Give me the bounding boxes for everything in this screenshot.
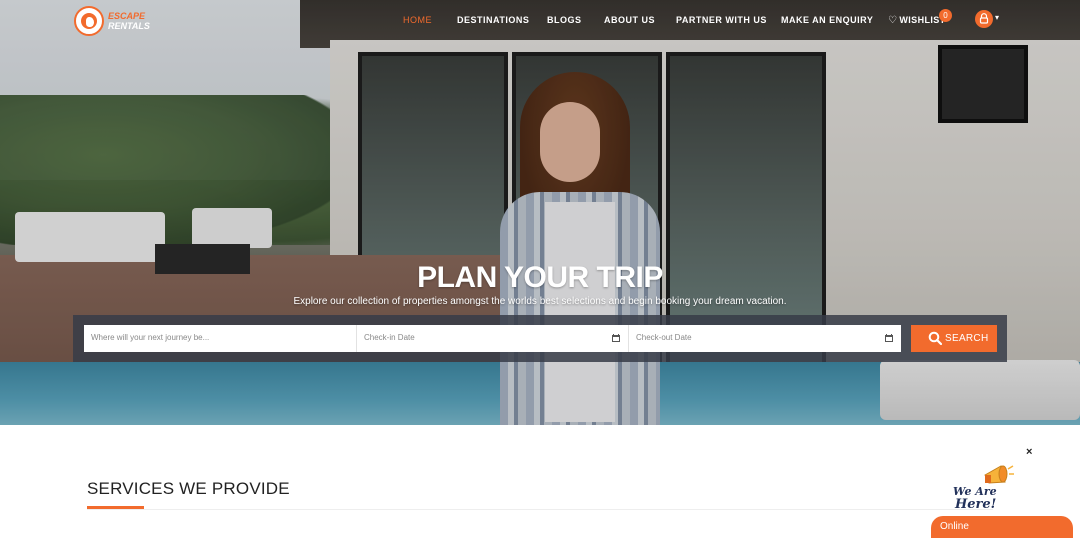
calendar-icon[interactable]	[612, 334, 620, 342]
chat-online-tab[interactable]: Online	[931, 516, 1073, 538]
hero-title: PLAN YOUR TRIP	[417, 261, 663, 294]
chevron-down-icon[interactable]: ▾	[995, 13, 999, 22]
nav-blogs[interactable]: BLOGS	[547, 15, 582, 25]
chat-promo[interactable]: We Are Here!	[951, 463, 1031, 521]
nav-make-an-enquiry[interactable]: MAKE AN ENQUIRY	[781, 15, 873, 25]
search-icon	[928, 331, 942, 345]
site-logo[interactable]: ESCAPE RENTALS	[74, 6, 150, 36]
globe-icon	[74, 6, 104, 36]
logo-text: ESCAPE RENTALS	[108, 11, 150, 31]
section-divider	[87, 509, 993, 510]
user-account-button[interactable]	[975, 10, 993, 28]
destination-input[interactable]: Where will your next journey be...	[84, 325, 356, 352]
user-lock-icon	[979, 13, 989, 24]
chat-promo-line2: Here!	[955, 497, 997, 512]
checkout-placeholder: Check-out Date	[636, 333, 692, 342]
services-title: SERVICES WE PROVIDE	[87, 479, 290, 498]
chat-close-icon[interactable]: ×	[1026, 446, 1032, 458]
nav-wishlist[interactable]: ♡ WISHLIST	[888, 15, 946, 26]
wishlist-count-badge: 0	[939, 9, 952, 22]
top-nav: ESCAPE RENTALS HOME DESTINATIONS BLOGS A…	[0, 0, 1080, 42]
checkin-placeholder: Check-in Date	[364, 333, 415, 342]
hero-banner: PLAN YOUR TRIP Explore our collection of…	[0, 0, 1080, 425]
logo-line1: ESCAPE	[108, 11, 146, 21]
nav-partner-with-us[interactable]: PARTNER WITH US	[676, 15, 767, 25]
search-bar: Where will your next journey be... Check…	[73, 315, 1007, 362]
logo-line2: RENTALS	[108, 21, 150, 31]
hero-subtitle: Explore our collection of properties amo…	[293, 296, 787, 307]
search-button-label: SEARCH	[945, 333, 989, 344]
checkout-date-input[interactable]: Check-out Date	[628, 325, 901, 352]
destination-placeholder: Where will your next journey be...	[91, 333, 210, 342]
checkin-date-input[interactable]: Check-in Date	[356, 325, 628, 352]
calendar-icon[interactable]	[885, 334, 893, 342]
heart-icon: ♡	[888, 15, 898, 26]
search-button[interactable]: SEARCH	[911, 325, 997, 352]
nav-about-us[interactable]: ABOUT US	[604, 15, 655, 25]
nav-home[interactable]: HOME	[403, 15, 432, 25]
nav-destinations[interactable]: DESTINATIONS	[457, 15, 529, 25]
chat-status-label: Online	[940, 521, 969, 532]
